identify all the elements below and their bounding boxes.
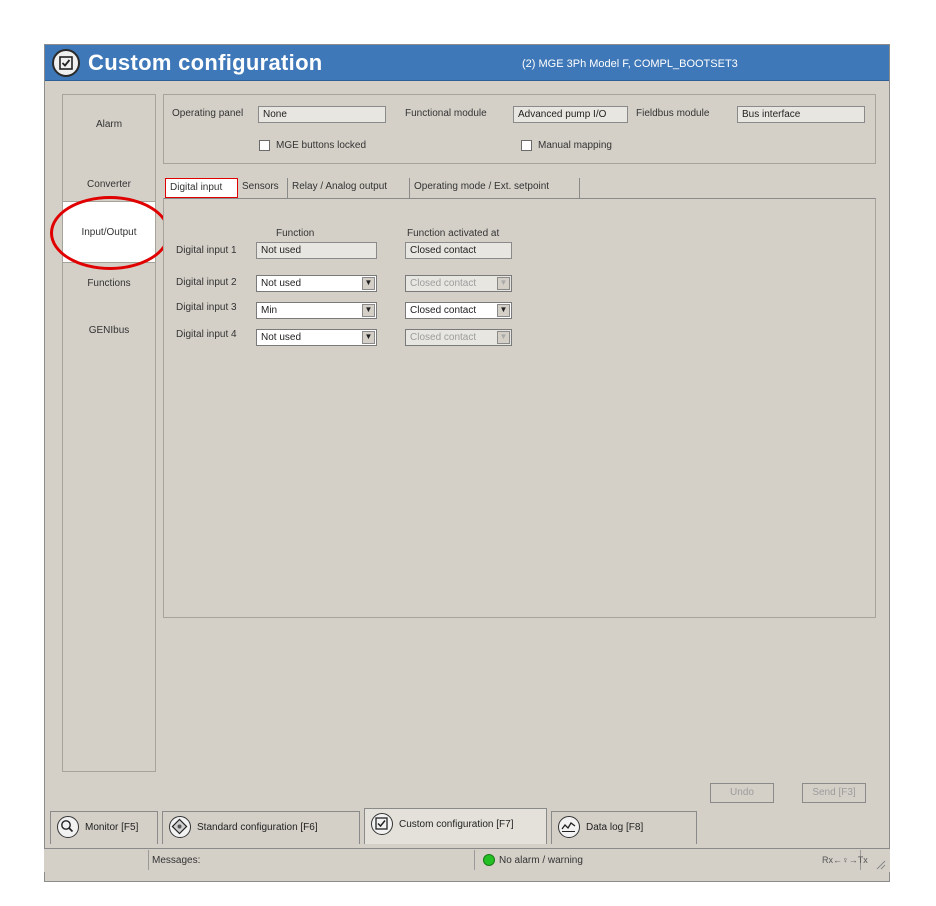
tab-monitor-label: Monitor [F5] <box>85 822 139 833</box>
custom-config-icon <box>371 813 393 835</box>
tab-operating-mode[interactable]: Operating mode / Ext. setpoint <box>410 178 580 198</box>
digital-input-4-function-value: Not used <box>261 332 302 343</box>
digital-input-1-function: Not used <box>256 242 377 259</box>
digital-input-2-function-value: Not used <box>261 278 302 289</box>
chevron-down-icon[interactable]: ▼ <box>362 331 375 344</box>
digital-input-panel <box>163 198 876 618</box>
chevron-down-icon: ▼ <box>497 331 510 344</box>
chevron-down-icon[interactable]: ▼ <box>362 277 375 290</box>
digital-input-1-activated: Closed contact <box>405 242 512 259</box>
chevron-down-icon[interactable]: ▼ <box>497 304 510 317</box>
resize-grip-icon[interactable] <box>874 858 886 870</box>
digital-input-3-label: Digital input 3 <box>176 302 237 313</box>
chevron-down-icon[interactable]: ▼ <box>362 304 375 317</box>
digital-input-4-activated-value: Closed contact <box>410 332 477 343</box>
fieldbus-module-label: Fieldbus module <box>636 108 710 119</box>
window-title: Custom configuration <box>88 50 323 75</box>
status-ok-icon <box>483 854 495 866</box>
send-button[interactable]: Send [F3] <box>802 783 866 803</box>
buttons-locked-checkbox[interactable] <box>259 140 270 151</box>
tab-monitor[interactable]: Monitor [F5] <box>50 811 158 844</box>
status-divider <box>148 850 149 870</box>
functional-module-field: Advanced pump I/O <box>513 106 628 123</box>
messages-label: Messages: <box>152 855 201 866</box>
function-column-header: Function <box>276 228 315 239</box>
data-log-icon <box>558 816 580 838</box>
tab-custom-configuration[interactable]: Custom configuration [F7] <box>364 808 547 844</box>
functional-module-label: Functional module <box>405 108 487 119</box>
digital-input-2-activated-select: Closed contact ▼ <box>405 275 512 292</box>
digital-input-3-activated-value: Closed contact <box>410 305 477 316</box>
tab-data-log-label: Data log [F8] <box>586 822 644 833</box>
digital-input-2-label: Digital input 2 <box>176 277 237 288</box>
digital-input-1-label: Digital input 1 <box>176 245 237 256</box>
operating-panel-label: Operating panel <box>172 108 244 119</box>
digital-input-3-function-value: Min <box>261 305 278 316</box>
tab-data-log[interactable]: Data log [F8] <box>551 811 697 844</box>
digital-input-2-activated-value: Closed contact <box>410 278 477 289</box>
activated-column-header: Function activated at <box>407 228 500 239</box>
digital-input-3-function-select[interactable]: Min ▼ <box>256 302 377 319</box>
fieldbus-module-field: Bus interface <box>737 106 865 123</box>
tab-digital-input[interactable]: Digital input <box>165 178 238 198</box>
digital-input-4-activated-select: Closed contact ▼ <box>405 329 512 346</box>
tab-custom-configuration-label: Custom configuration [F7] <box>399 819 514 830</box>
nav-item-alarm[interactable]: Alarm <box>63 94 155 156</box>
tab-relay-analog-output[interactable]: Relay / Analog output <box>288 178 410 198</box>
digital-input-2-function-select[interactable]: Not used ▼ <box>256 275 377 292</box>
digital-input-3-activated-select[interactable]: Closed contact ▼ <box>405 302 512 319</box>
rx-tx-indicator: Rx←♀→Tx <box>822 855 868 865</box>
buttons-locked-label: MGE buttons locked <box>276 140 367 151</box>
tab-sensors[interactable]: Sensors <box>238 178 288 198</box>
manual-mapping-checkbox[interactable] <box>521 140 532 151</box>
tab-standard-configuration[interactable]: Standard configuration [F6] <box>162 811 360 844</box>
module-panel <box>163 94 876 164</box>
manual-mapping-label: Manual mapping <box>538 140 612 151</box>
status-divider <box>474 850 475 870</box>
alarm-status-text: No alarm / warning <box>499 855 583 866</box>
operating-panel-field: None <box>258 106 386 123</box>
digital-input-4-function-select[interactable]: Not used ▼ <box>256 329 377 346</box>
custom-config-icon <box>52 49 80 77</box>
device-label: (2) MGE 3Ph Model F, COMPL_BOOTSET3 <box>522 58 738 70</box>
undo-button[interactable]: Undo <box>710 783 774 803</box>
nav-item-genibus[interactable]: GENIbus <box>63 300 155 362</box>
tab-standard-configuration-label: Standard configuration [F6] <box>197 822 318 833</box>
chevron-down-icon: ▼ <box>497 277 510 290</box>
magnifier-icon <box>57 816 79 838</box>
standard-config-icon <box>169 816 191 838</box>
highlight-annotation <box>50 196 170 270</box>
digital-input-4-label: Digital input 4 <box>176 329 237 340</box>
